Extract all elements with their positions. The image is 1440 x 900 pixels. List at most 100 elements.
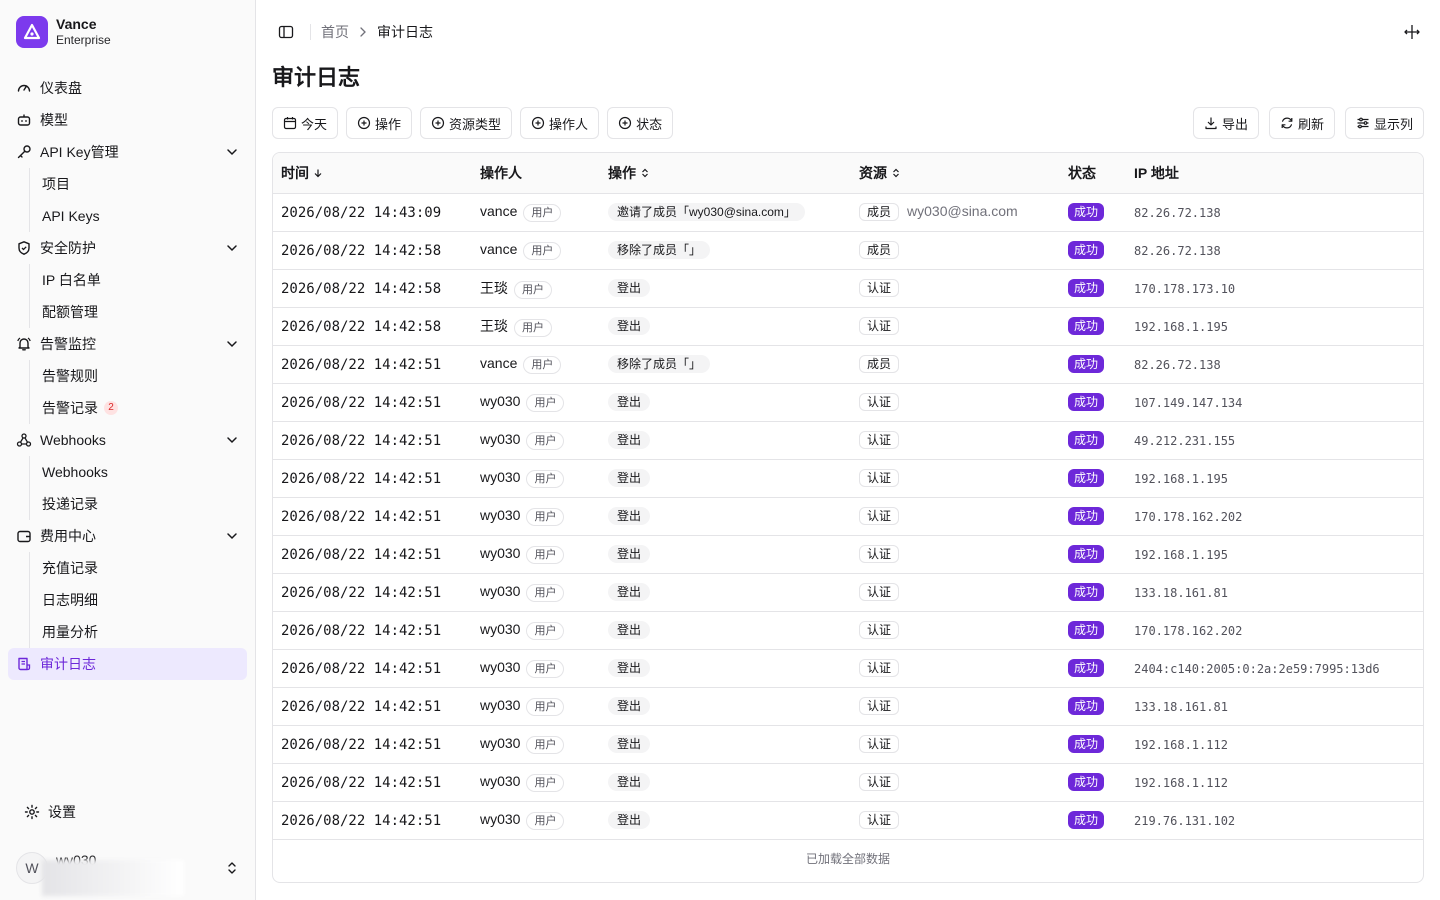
export-button[interactable]: 导出 [1192,107,1259,139]
operator-name: 王琰 [480,317,508,334]
sidebar-toggle-button[interactable] [272,18,300,46]
chevron-up-down-icon [228,862,236,874]
operator-name: wy030 [480,544,521,561]
action-badge: 登出 [608,659,651,677]
cell-resource: 认证 [851,573,1060,612]
action-badge: 登出 [608,507,651,525]
sidebar-item-ip-whitelist[interactable]: IP 白名单 [40,264,247,296]
cell-operator: vance 用户 [472,345,600,384]
table-row[interactable]: 2026/08/22 14:42:51 wy030 用户 登出 认证 成功 219.76.1… [273,801,1423,840]
column-header-resource[interactable]: 资源 [851,153,1060,194]
sidebar-item-settings[interactable]: 设置 [16,796,240,828]
cell-ip: 133.18.161.81 [1126,687,1423,726]
download-icon [1205,117,1217,130]
sidebar-item-api-keys[interactable]: API Keys [40,200,247,232]
user-menu[interactable]: W wy030 [16,852,240,896]
table-row[interactable]: 2026/08/22 14:42:51 wy030 用户 登出 认证 成功 133.18.1… [273,687,1423,726]
ip-address: 133.18.161.81 [1134,700,1228,714]
column-header-time[interactable]: 时间 [273,153,472,194]
table-row[interactable]: 2026/08/22 14:42:51 wy030 用户 登出 认证 成功 49.212.2… [273,421,1423,460]
columns-button[interactable]: 显示列 [1344,107,1424,139]
page-title: 审计日志 [272,65,361,90]
sidebar-item-alerts[interactable]: 告警监控 [8,328,247,360]
table-row[interactable]: 2026/08/22 14:42:51 wy030 用户 登出 认证 成功 2404:c14… [273,649,1423,688]
chevron-down-icon [227,341,237,348]
refresh-icon [1281,117,1293,129]
cell-resource: 认证 [851,269,1060,308]
table-row[interactable]: 2026/08/22 14:42:51 wy030 用户 登出 认证 成功 192.168.… [273,763,1423,802]
table-row[interactable]: 2026/08/22 14:42:51 wy030 用户 登出 认证 成功 107.149.… [273,383,1423,422]
sidebar-item-quota[interactable]: 配额管理 [40,296,247,328]
fullscreen-button[interactable] [1400,20,1424,44]
action-filter-button[interactable]: 操作 [346,107,413,139]
table-row[interactable]: 2026/08/22 14:42:51 wy030 用户 登出 认证 成功 192.168.… [273,535,1423,574]
ip-address: 170.178.162.202 [1134,624,1243,638]
action-badge: 登出 [608,469,651,487]
sidebar-item-audit-log[interactable]: 审计日志 [8,648,247,680]
sidebar-item-security[interactable]: 安全防护 [8,232,247,264]
role-badge: 用户 [523,241,562,260]
operator-name: wy030 [480,620,521,637]
sidebar-item-alert-rules[interactable]: 告警规则 [40,360,247,392]
table-row[interactable]: 2026/08/22 14:42:58 vance 用户 移除了成员「」 成员 成功 82.… [273,231,1423,270]
sidebar-item-webhooks-list[interactable]: Webhooks [40,456,247,488]
sidebar-item-recharge[interactable]: 充值记录 [40,552,247,584]
role-badge: 用户 [526,431,565,450]
plus-circle-icon [357,116,371,130]
breadcrumb-home[interactable]: 首页 [321,22,349,42]
resource-badge: 成员 [859,203,900,221]
cell-time: 2026/08/22 14:42:58 [273,231,472,270]
operator-name: wy030 [480,810,521,827]
cell-status: 成功 [1060,763,1126,802]
sidebar-item-dashboard[interactable]: 仪表盘 [8,72,247,104]
status-badge: 成功 [1068,735,1105,753]
sidebar-item-deliveries[interactable]: 投递记录 [40,488,247,520]
sidebar-item-alert-records[interactable]: 告警记录 2 [40,392,247,424]
role-badge: 用户 [526,621,565,640]
cell-status: 成功 [1060,535,1126,574]
table-row[interactable]: 2026/08/22 14:43:09 vance 用户 邀请了成员「wy030@si… [273,193,1423,232]
table-row[interactable]: 2026/08/22 14:42:58 王琰 用户 登出 认证 成功 192.168.1.1… [273,307,1423,346]
sidebar-item-label: API Key管理 [40,144,119,160]
table-row[interactable]: 2026/08/22 14:42:51 vance 用户 移除了成员「」 成员 成功 82.… [273,345,1423,384]
cell-operator: wy030 用户 [472,725,600,764]
cell-resource: 成员 [851,231,1060,270]
table-row[interactable]: 2026/08/22 14:42:51 wy030 用户 登出 认证 成功 192.168.… [273,459,1423,498]
resource-badge: 认证 [859,469,900,487]
sidebar-item-usage[interactable]: 用量分析 [40,616,247,648]
ip-address: 219.76.131.102 [1134,814,1236,828]
status-badge: 成功 [1068,545,1105,563]
sidebar-item-label: Webhooks [40,432,106,448]
move-arrows-icon [1404,25,1420,39]
date-filter-button[interactable]: 今天 [272,107,339,139]
cell-ip: 2404:c140:2005:0:2a:2e59:7995:13d6 [1126,649,1423,688]
sidebar-item-api-key-management[interactable]: API Key管理 [8,136,247,168]
refresh-button[interactable]: 刷新 [1268,107,1335,139]
resource-type-filter-button[interactable]: 资源类型 [420,107,513,139]
sidebar-item-log-details[interactable]: 日志明细 [40,584,247,616]
status-badge: 成功 [1068,621,1105,639]
table-row[interactable]: 2026/08/22 14:42:51 wy030 用户 登出 认证 成功 170.178.… [273,497,1423,536]
brand[interactable]: Vance Enterprise [0,0,255,64]
sidebar-item-billing[interactable]: 费用中心 [8,520,247,552]
cell-status: 成功 [1060,573,1126,612]
table-row[interactable]: 2026/08/22 14:42:51 wy030 用户 登出 认证 成功 133.18.1… [273,573,1423,612]
table-row[interactable]: 2026/08/22 14:42:51 wy030 用户 登出 认证 成功 192.168.… [273,725,1423,764]
status-badge: 成功 [1068,469,1105,487]
column-header-action[interactable]: 操作 [600,153,851,194]
action-badge: 登出 [608,735,651,753]
panel-left-icon [278,25,294,39]
operator-filter-button[interactable]: 操作人 [520,107,600,139]
cell-time: 2026/08/22 14:42:51 [273,687,472,726]
table-row[interactable]: 2026/08/22 14:42:51 wy030 用户 登出 认证 成功 170.178.… [273,611,1423,650]
sidebar-item-models[interactable]: 模型 [8,104,247,136]
cell-time: 2026/08/22 14:42:51 [273,763,472,802]
cell-status: 成功 [1060,421,1126,460]
status-filter-button[interactable]: 状态 [607,107,674,139]
sidebar-item-projects[interactable]: 项目 [40,168,247,200]
cell-time: 2026/08/22 14:42:51 [273,725,472,764]
operator-name: vance [480,240,518,257]
table-row[interactable]: 2026/08/22 14:42:58 王琰 用户 登出 认证 成功 170.178.173… [273,269,1423,308]
ip-address: 82.26.72.138 [1134,244,1221,258]
sidebar-item-webhooks[interactable]: Webhooks [8,424,247,456]
